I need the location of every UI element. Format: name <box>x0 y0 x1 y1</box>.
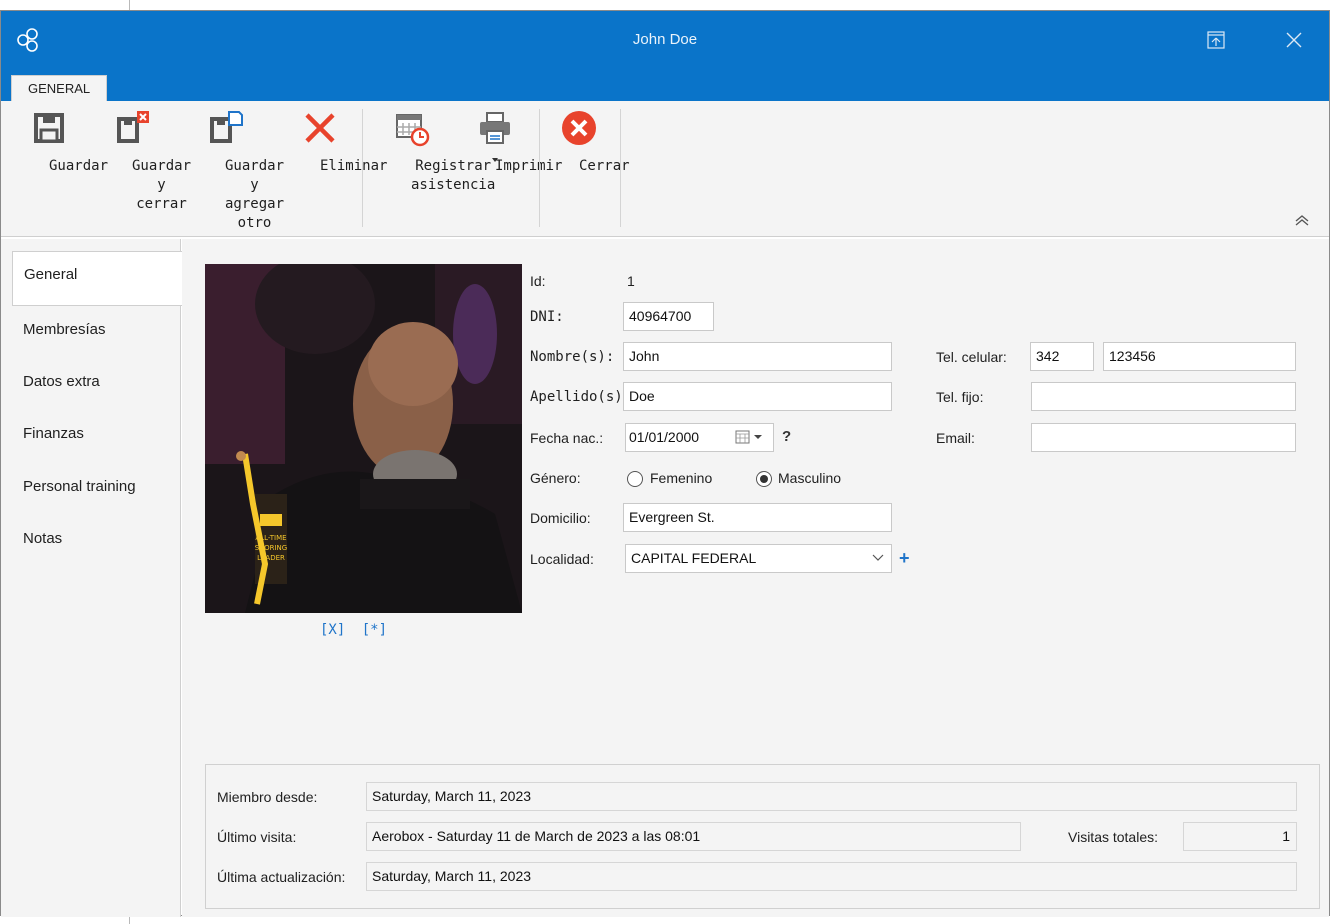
title-bar: John Doe <box>1 11 1329 71</box>
birthdate-value: 01/01/2000 <box>629 429 700 445</box>
general-panel: ALL-TIME SCORING LEADER [X] [*] Id: 1 DN… <box>182 239 1329 917</box>
tel-celular-label: Tel. celular: <box>936 349 1007 365</box>
member-photo[interactable]: ALL-TIME SCORING LEADER <box>205 264 522 613</box>
nombre-field[interactable]: John <box>623 342 892 371</box>
section-sidebar: General Membresías Datos extra Finanzas … <box>1 239 182 917</box>
save-add-label: Guardar y agregar otro <box>225 158 285 231</box>
birthdate-help-icon[interactable]: ? <box>782 428 791 445</box>
calendar-clock-icon <box>396 114 430 147</box>
apellido-field[interactable]: Doe <box>623 382 892 411</box>
save-close-label: Guardar y cerrar <box>132 158 192 212</box>
save-close-button[interactable]: Guardar y cerrar <box>93 109 191 212</box>
member-dialog: John Doe GENERAL Guardar Guardar y cerra… <box>0 10 1330 917</box>
ribbon-separator <box>620 109 621 227</box>
save-button[interactable]: Guardar <box>9 109 108 174</box>
email-label: Email: <box>936 430 975 446</box>
collapse-ribbon-icon[interactable] <box>1293 213 1311 227</box>
domicilio-label: Domicilio: <box>530 510 591 526</box>
sidebar-item-finanzas[interactable]: Finanzas <box>1 411 181 463</box>
print-label: Imprimir <box>495 158 563 174</box>
tel-celular-number-field[interactable]: 123456 <box>1103 342 1296 371</box>
calendar-dropdown-icon[interactable] <box>735 430 765 444</box>
miembro-desde-label: Miembro desde: <box>217 789 318 805</box>
id-value: 1 <box>627 273 635 289</box>
background-window-edge <box>129 0 130 10</box>
birthdate-field[interactable]: 01/01/2000 <box>625 423 774 452</box>
membership-summary: Miembro desde: Saturday, March 11, 2023 … <box>205 764 1320 909</box>
dni-field[interactable]: 40964700 <box>623 302 714 331</box>
sidebar-item-general[interactable]: General <box>12 251 182 306</box>
localidad-select[interactable]: CAPITAL FEDERAL <box>625 544 892 573</box>
tel-celular-area-field[interactable]: 342 <box>1030 342 1094 371</box>
domicilio-field[interactable]: Evergreen St. <box>623 503 892 532</box>
ultima-actualizacion-label: Última actualización: <box>217 869 346 885</box>
remove-photo-link[interactable]: [X] <box>320 622 345 638</box>
ultima-actualizacion-value: Saturday, March 11, 2023 <box>366 862 1297 891</box>
sidebar-item-personal-training[interactable]: Personal training <box>1 464 181 516</box>
close-circle-icon <box>562 111 596 145</box>
photo-overlay-line: LEADER <box>257 554 285 562</box>
ribbon-tab-strip: GENERAL <box>1 71 1329 101</box>
delete-x-icon <box>305 113 335 143</box>
change-photo-link[interactable]: [*] <box>362 622 387 638</box>
email-field[interactable] <box>1031 423 1296 452</box>
visitas-totales-label: Visitas totales: <box>1068 829 1159 845</box>
sidebar-item-notas[interactable]: Notas <box>1 516 181 568</box>
miembro-desde-value: Saturday, March 11, 2023 <box>366 782 1297 811</box>
genero-label: Género: <box>530 470 581 486</box>
ribbon-separator <box>362 109 363 227</box>
save-label: Guardar <box>49 158 109 174</box>
photo-overlay-line: SCORING <box>255 544 287 552</box>
save-close-icon <box>117 111 149 143</box>
floppy-disk-icon <box>34 113 64 143</box>
printer-icon <box>480 112 510 144</box>
sidebar-item-membresias[interactable]: Membresías <box>1 307 181 359</box>
ribbon-toolbar: Guardar Guardar y cerrar Guardar y agreg… <box>1 101 1329 237</box>
id-label: Id: <box>530 273 546 289</box>
close-label: Cerrar <box>579 158 630 174</box>
sidebar-item-datos-extra[interactable]: Datos extra <box>1 359 181 411</box>
localidad-value: CAPITAL FEDERAL <box>631 550 757 566</box>
tab-general[interactable]: GENERAL <box>11 75 108 101</box>
apellido-label: Apellido(s): <box>530 389 632 405</box>
ultimo-visita-label: Último visita: <box>217 829 297 845</box>
close-button[interactable]: Cerrar <box>547 109 630 174</box>
photo-actions: [X] [*] <box>320 622 395 638</box>
dni-label: DNI: <box>530 309 564 325</box>
gender-male-label: Masculino <box>778 470 842 486</box>
nombre-label: Nombre(s): <box>530 349 615 365</box>
tel-fijo-field[interactable] <box>1031 382 1296 411</box>
delete-button[interactable]: Eliminar <box>283 109 387 174</box>
delete-label: Eliminar <box>320 158 388 174</box>
tel-fijo-label: Tel. fijo: <box>936 389 984 405</box>
gender-male-radio[interactable] <box>756 471 772 487</box>
window-title: John Doe <box>632 31 698 48</box>
photo-overlay-line: ALL-TIME <box>255 534 286 542</box>
register-attendance-button[interactable]: Registrar asistencia <box>369 109 495 193</box>
chevron-down-icon <box>872 554 884 561</box>
print-button[interactable]: Imprimir <box>459 109 562 174</box>
restore-window-icon[interactable] <box>1205 29 1227 51</box>
close-window-icon[interactable] <box>1283 29 1305 51</box>
localidad-label: Localidad: <box>530 551 594 567</box>
ultimo-visita-value: Aerobox - Saturday 11 de March de 2023 a… <box>366 822 1021 851</box>
save-add-another-button[interactable]: Guardar y agregar otro <box>175 109 284 231</box>
gender-female-label: Femenino <box>650 470 713 486</box>
ribbon-separator <box>539 109 540 227</box>
save-add-icon <box>210 111 243 143</box>
fecha-label: Fecha nac.: <box>530 430 604 446</box>
member-photo-image: ALL-TIME SCORING LEADER <box>205 264 522 613</box>
gender-female-radio[interactable] <box>627 471 643 487</box>
add-locality-button[interactable]: + <box>899 548 910 569</box>
visitas-totales-value: 1 <box>1183 822 1297 851</box>
